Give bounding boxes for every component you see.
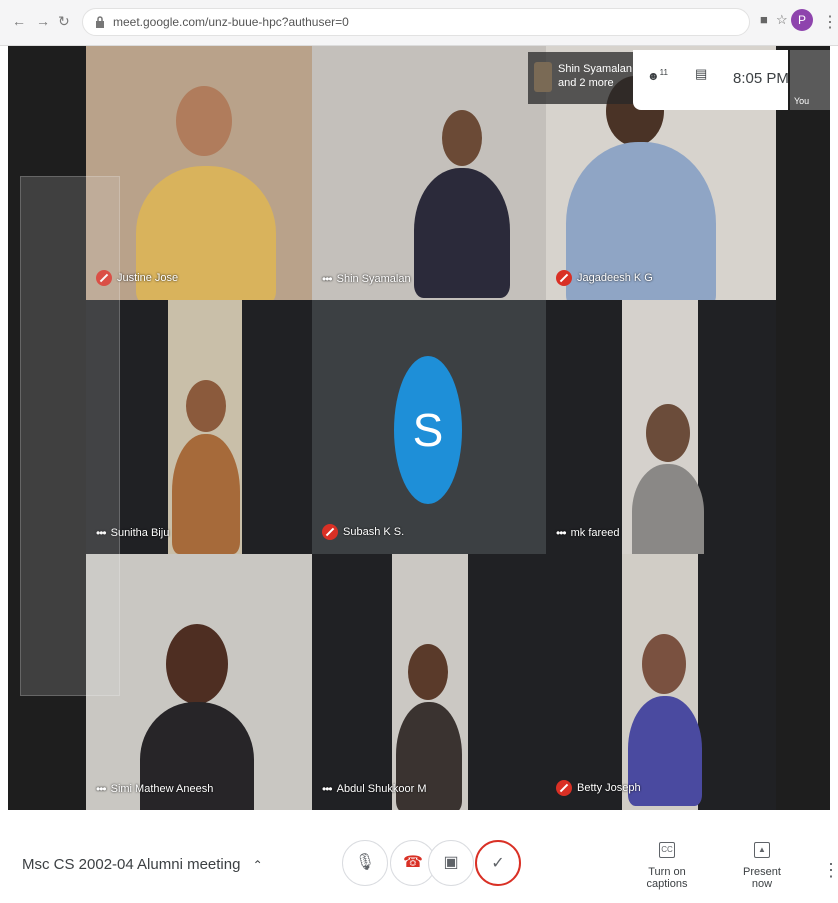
meeting-details-button[interactable]: Msc CS 2002-04 Alumni meeting ⌃ xyxy=(22,856,263,873)
pill-speaker-name: Shin Syamalan xyxy=(558,63,632,75)
speaking-indicator-icon: ••• xyxy=(322,272,333,286)
faded-overlay xyxy=(20,176,120,696)
participant-name: Subash K S. xyxy=(322,524,404,540)
reload-icon[interactable]: ↻ xyxy=(58,13,70,30)
camera-icon: ▣ xyxy=(443,854,459,871)
speaker-thumbnail xyxy=(534,62,552,92)
participant-name: ••• Simi Mathew Aneesh xyxy=(96,782,214,796)
participant-tile[interactable]: ••• Abdul Shukkoor M xyxy=(312,554,546,810)
camera-button[interactable]: ▣ xyxy=(428,840,474,886)
present-icon: ▲ xyxy=(754,842,770,858)
microphone-button[interactable]: 🎙 xyxy=(342,840,388,886)
meeting-info-card: ☻11 ▤ 8:05 PM xyxy=(633,50,789,110)
bookmark-star-icon[interactable]: ☆ xyxy=(776,12,788,28)
speaking-indicator-icon: ••• xyxy=(556,526,567,540)
participant-avatar: S xyxy=(394,356,462,504)
speaking-indicator-icon: ••• xyxy=(322,782,333,796)
mic-off-icon xyxy=(322,524,338,540)
people-icon: ☻ xyxy=(647,69,660,83)
meeting-controls: Msc CS 2002-04 Alumni meeting ⌃ 🎙 ☎ ▣ ✓ … xyxy=(0,810,838,903)
checkmark-icon: ✓ xyxy=(491,855,505,872)
captions-icon: CC xyxy=(659,842,675,858)
meeting-title: Msc CS 2002-04 Alumni meeting xyxy=(22,856,241,873)
pill-more-label: and 2 more xyxy=(558,77,614,89)
self-view-tile[interactable]: You xyxy=(790,50,830,110)
clock-time: 8:05 PM xyxy=(733,70,789,87)
address-bar[interactable]: meet.google.com/unz-buue-hpc?authuser=0 xyxy=(82,8,750,36)
participant-tile[interactable]: ••• Shin Syamalan xyxy=(312,46,546,300)
mic-off-icon xyxy=(556,780,572,796)
forward-icon[interactable]: → xyxy=(36,13,50,29)
url-text: meet.google.com/unz-buue-hpc?authuser=0 xyxy=(113,15,349,29)
people-button[interactable]: ☻11 xyxy=(647,68,668,83)
participant-tile[interactable]: ••• mk fareed xyxy=(546,300,776,554)
present-now-button[interactable]: ▲ Present now xyxy=(732,842,792,890)
participant-tile[interactable]: Betty Joseph xyxy=(546,554,776,810)
speaking-indicator-icon: ••• xyxy=(96,782,107,796)
chevron-up-icon: ⌃ xyxy=(252,858,263,872)
browser-menu-icon[interactable]: ⋮ xyxy=(822,12,838,32)
microphone-icon: 🎙 xyxy=(354,854,376,871)
present-label: Present now xyxy=(743,866,781,890)
hang-up-icon: ☎ xyxy=(403,854,423,871)
participant-name: ••• mk fareed xyxy=(556,526,620,540)
captions-label: Turn on captions xyxy=(646,866,688,890)
people-count: 11 xyxy=(659,68,668,77)
mic-off-icon xyxy=(556,270,572,286)
self-view-label: You xyxy=(794,96,810,106)
active-speakers-pill[interactable]: Shin Syamalan and 2 more xyxy=(528,52,636,104)
profile-avatar[interactable]: P xyxy=(791,9,813,31)
captions-button[interactable]: CC Turn on captions xyxy=(632,842,702,890)
participant-name: ••• Abdul Shukkoor M xyxy=(322,782,427,796)
participant-name: Betty Joseph xyxy=(556,780,641,796)
back-icon[interactable]: ← xyxy=(12,13,26,29)
participant-name: Jagadeesh K G xyxy=(556,270,653,286)
extension-icon[interactable]: ■ xyxy=(760,12,768,27)
chat-icon[interactable]: ▤ xyxy=(695,66,707,82)
confirm-button[interactable]: ✓ xyxy=(475,840,521,886)
more-options-icon[interactable]: ⋮ xyxy=(822,860,838,881)
browser-toolbar: ← → ↻ meet.google.com/unz-buue-hpc?authu… xyxy=(0,0,838,46)
participant-name: ••• Shin Syamalan xyxy=(322,272,411,286)
lock-icon xyxy=(96,16,104,28)
